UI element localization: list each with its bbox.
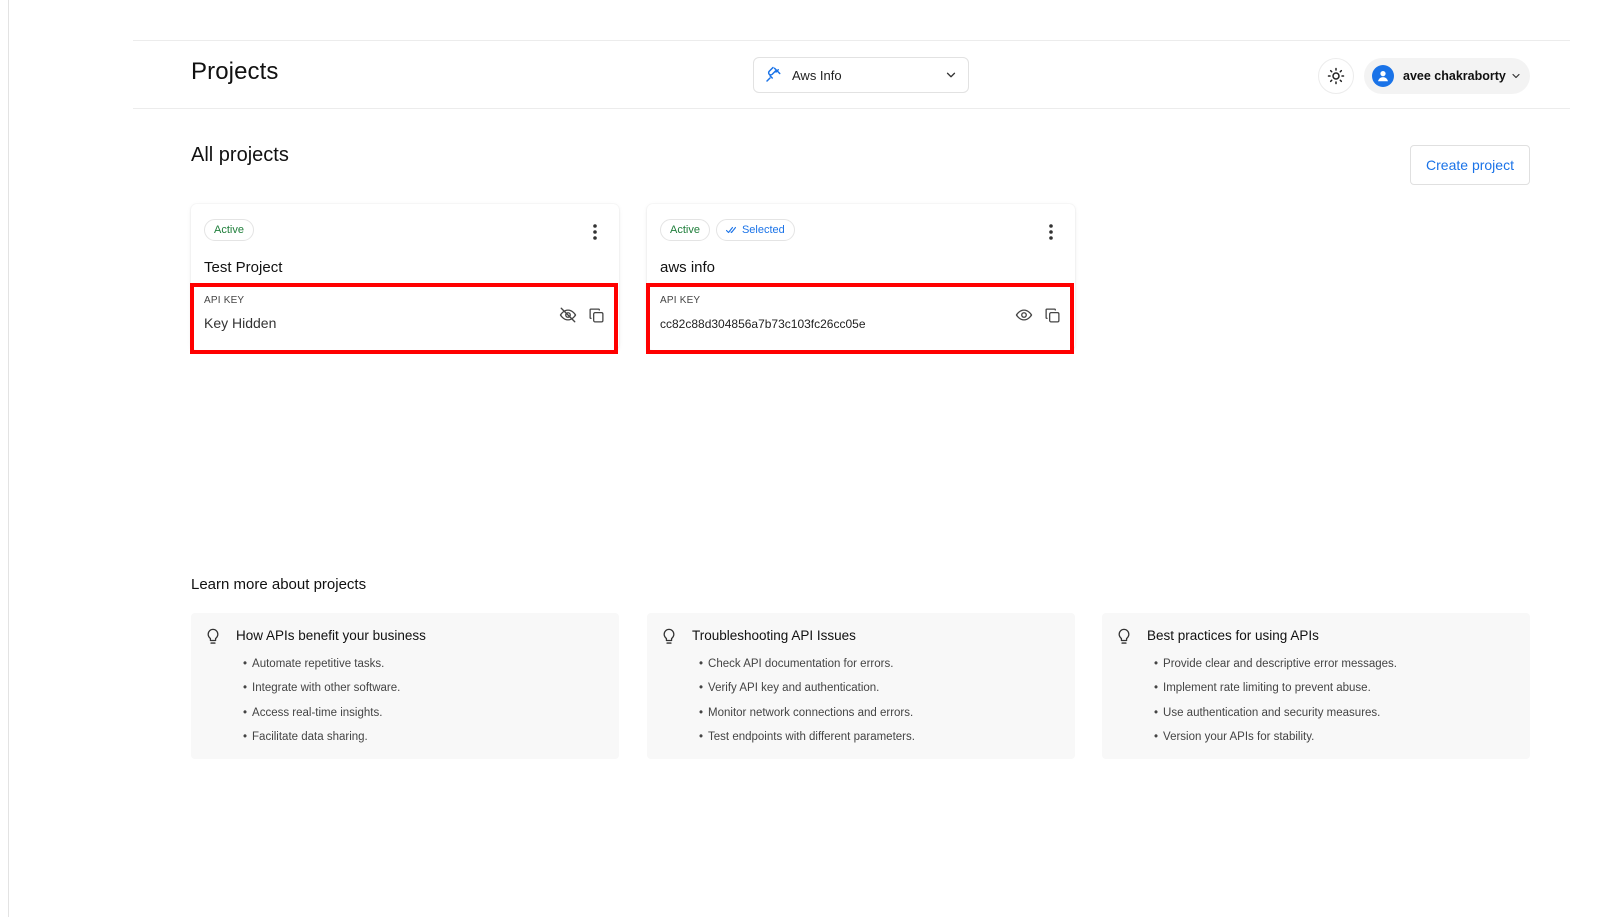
- project-name: aws info: [660, 259, 716, 276]
- api-key-value: Key Hidden: [204, 315, 277, 331]
- list-item: Automate repetitive tasks.: [243, 655, 400, 679]
- double-check-icon: [725, 226, 737, 234]
- learn-more-title: Learn more about projects: [191, 576, 367, 593]
- status-badge: Active: [204, 219, 254, 241]
- eye-off-icon[interactable]: [558, 305, 578, 325]
- kebab-icon[interactable]: [585, 221, 605, 243]
- copy-icon[interactable]: [1042, 305, 1062, 325]
- selected-badge: Selected: [715, 219, 795, 241]
- tip-list: Check API documentation for errors. Veri…: [699, 655, 915, 752]
- api-key-value[interactable]: cc82c88d304856a7b73c103fc26cc05e: [660, 317, 866, 331]
- api-key-panel: API KEY cc82c88d304856a7b73c103fc26cc05e: [646, 283, 1074, 354]
- tip-list: Provide clear and descriptive error mess…: [1154, 655, 1397, 752]
- top-divider: [133, 40, 1570, 41]
- tip-card: Best practices for using APIs Provide cl…: [1102, 613, 1530, 759]
- section-title: All projects: [191, 144, 289, 166]
- badge-group: Active: [204, 219, 254, 241]
- project-selector[interactable]: Aws Info: [753, 57, 969, 93]
- kebab-icon[interactable]: [1041, 221, 1061, 243]
- list-item: Provide clear and descriptive error mess…: [1154, 655, 1397, 679]
- project-card[interactable]: Active Test Project API KEY Key Hidden: [190, 204, 619, 354]
- theme-toggle-button[interactable]: [1318, 58, 1354, 94]
- project-card[interactable]: Active Selected aws info API KEY cc82c88…: [646, 204, 1075, 354]
- tip-card: How APIs benefit your business Automate …: [191, 613, 619, 759]
- copy-icon[interactable]: [586, 305, 606, 325]
- list-item: Test endpoints with different parameters…: [699, 728, 915, 752]
- page-title: Projects: [191, 58, 279, 85]
- plug-icon: [766, 66, 781, 82]
- eye-icon[interactable]: [1014, 305, 1034, 325]
- chevron-down-icon: [946, 72, 956, 78]
- left-divider: [8, 0, 9, 917]
- api-key-panel: API KEY Key Hidden: [190, 283, 618, 354]
- list-item: Access real-time insights.: [243, 704, 400, 728]
- list-item: Implement rate limiting to prevent abuse…: [1154, 679, 1397, 703]
- list-item: Verify API key and authentication.: [699, 679, 915, 703]
- tip-card: Troubleshooting API Issues Check API doc…: [647, 613, 1075, 759]
- chevron-down-icon: [1512, 73, 1520, 79]
- selected-badge-label: Selected: [741, 224, 785, 236]
- header-divider: [133, 108, 1570, 109]
- list-item: Monitor network connections and errors.: [699, 704, 915, 728]
- avatar: [1372, 65, 1394, 87]
- list-item: Check API documentation for errors.: [699, 655, 915, 679]
- status-badge: Active: [660, 219, 710, 241]
- list-item: Use authentication and security measures…: [1154, 704, 1397, 728]
- user-name: avee chakraborty: [1403, 69, 1506, 83]
- api-key-label: API KEY: [660, 295, 701, 306]
- tip-card-title: How APIs benefit your business: [236, 628, 426, 643]
- create-project-button[interactable]: Create project: [1410, 145, 1530, 185]
- list-item: Facilitate data sharing.: [243, 728, 400, 752]
- lightbulb-icon: [1118, 628, 1130, 644]
- sun-icon: [1327, 67, 1345, 85]
- user-icon: [1378, 71, 1388, 82]
- tip-card-title: Troubleshooting API Issues: [692, 628, 856, 643]
- user-menu[interactable]: avee chakraborty: [1364, 58, 1530, 94]
- badge-group: Active Selected: [660, 219, 795, 241]
- tip-list: Automate repetitive tasks. Integrate wit…: [243, 655, 400, 752]
- list-item: Integrate with other software.: [243, 679, 400, 703]
- project-selector-label: Aws Info: [792, 67, 842, 83]
- lightbulb-icon: [207, 628, 219, 644]
- lightbulb-icon: [663, 628, 675, 644]
- tip-card-title: Best practices for using APIs: [1147, 628, 1319, 643]
- api-key-label: API KEY: [204, 295, 245, 306]
- list-item: Version your APIs for stability.: [1154, 728, 1397, 752]
- project-name: Test Project: [204, 259, 283, 276]
